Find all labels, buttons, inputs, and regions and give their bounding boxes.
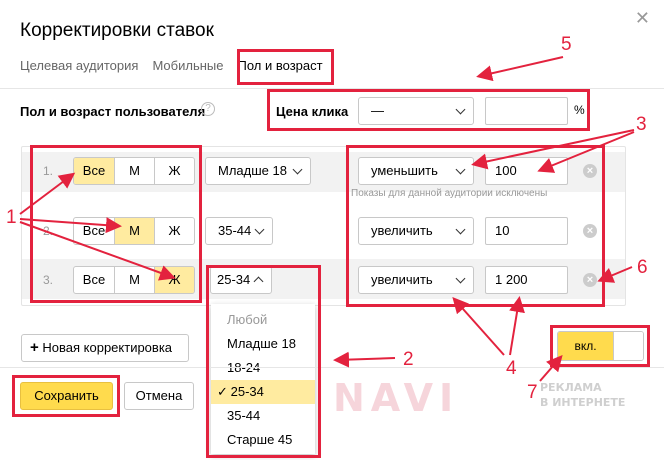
tab-target-audience[interactable]: Целевая аудитория [20,56,138,75]
annotation-number: 5 [561,34,572,55]
watermark-line: В ИНТЕРНЕТЕ [540,396,626,409]
arrow-2 [333,351,396,368]
bid-adjustments-dialog: Корректировки ставок ✕ Целевая аудитория… [0,0,664,460]
annotation-box-toggle [550,325,650,367]
cancel-button[interactable]: Отмена [124,382,194,410]
chevron-down-icon [292,164,303,175]
age-select-value: Младше 18 [218,163,287,178]
annotation-number: 7 [527,382,538,403]
arrow-4b [509,296,525,356]
arrow-5 [476,56,564,82]
section-label: Пол и возраст пользователя [20,104,206,119]
watermark-logo: NAVI [333,376,460,420]
watermark-text: РЕКЛАМА В ИНТЕРНЕТЕ [540,380,625,410]
annotation-box-age-dropdown [206,265,321,458]
annotation-box-gender [30,145,202,303]
annotation-number: 6 [637,257,648,278]
annotation-box-tab [237,49,334,85]
watermark-line: РЕКЛАМА [540,381,602,394]
annotation-box-price [267,89,590,131]
plus-icon: + [30,339,39,356]
age-select[interactable]: 35-44 [205,217,273,245]
annotation-number: 2 [403,349,414,370]
dialog-title: Корректировки ставок [20,20,214,41]
annotation-box-save [12,375,120,417]
footer-divider [0,367,664,368]
help-icon[interactable]: ? [201,102,215,116]
tab-mobile[interactable]: Мобильные [152,56,223,75]
add-adjustment-button[interactable]: + Новая корректировка [21,334,189,362]
chevron-down-icon [254,224,265,235]
annotation-box-adjust [346,145,605,307]
arrow-4a [452,297,505,356]
close-icon[interactable]: ✕ [635,8,650,29]
annotation-number: 4 [506,358,517,379]
age-select-value: 35-44 [218,223,252,238]
annotation-number: 1 [6,207,17,228]
age-select[interactable]: Младше 18 [205,157,311,185]
annotation-number: 3 [636,114,647,135]
add-adjustment-label: Новая корректировка [42,340,173,355]
